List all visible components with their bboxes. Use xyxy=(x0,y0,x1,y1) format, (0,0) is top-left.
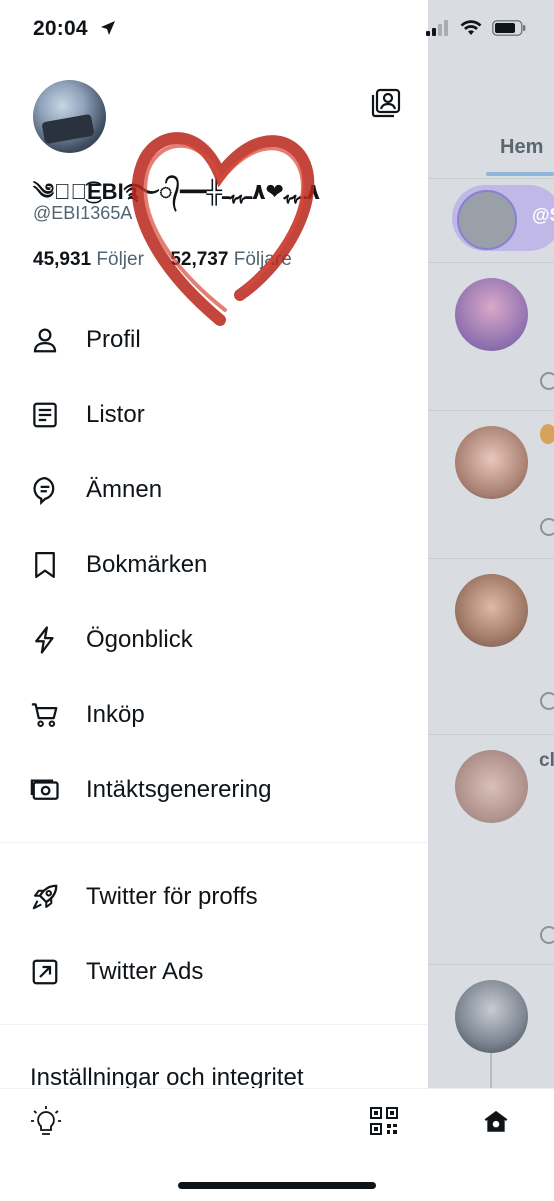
menu-item-label: Bokmärken xyxy=(86,550,208,578)
external-arrow-icon xyxy=(32,959,58,984)
money-icon xyxy=(30,779,59,800)
cellular-signal-icon xyxy=(426,20,448,36)
profile-handle: @EBI1365A xyxy=(33,203,133,223)
qr-code-icon[interactable] xyxy=(370,1107,398,1135)
emoji-heart-icon xyxy=(540,424,554,444)
avatar[interactable] xyxy=(455,574,528,647)
topics-icon xyxy=(33,476,55,505)
followers-label[interactable]: Följare xyxy=(234,249,292,270)
navigation-drawer: 20:04 ༄ঔৣ͜͡EBI࿐᭄━━╬٨ـﮩﮩ❤٨ـﮩﮩـ @EBI1365A … xyxy=(0,0,428,1201)
reply-icon[interactable] xyxy=(540,926,554,944)
person-icon xyxy=(33,327,57,352)
menu-item-label: Listor xyxy=(86,400,145,428)
following-count[interactable]: 45,931 xyxy=(33,249,91,270)
divider xyxy=(428,734,554,735)
switch-account-icon[interactable] xyxy=(370,87,402,119)
home-timeline-dimmed[interactable]: Hem @S cl xyxy=(428,0,554,1200)
avatar xyxy=(457,190,517,250)
bookmark-icon xyxy=(35,551,55,578)
cart-icon xyxy=(31,702,58,727)
menu-item-purchases[interactable]: Inköp xyxy=(0,677,428,752)
menu-item-monetization[interactable]: Intäktsgenerering xyxy=(0,752,428,827)
battery-icon xyxy=(492,20,526,36)
menu-item-label: Ämnen xyxy=(86,475,163,503)
divider xyxy=(428,558,554,559)
list-icon xyxy=(33,402,57,427)
divider xyxy=(428,964,554,965)
menu-item-label: Ögonblick xyxy=(86,625,193,653)
followers-count[interactable]: 52,737 xyxy=(170,249,228,270)
menu-item-bookmarks[interactable]: Bokmärken xyxy=(0,527,428,602)
menu-item-twitter-ads[interactable]: Twitter Ads xyxy=(0,934,428,1009)
divider xyxy=(428,262,554,263)
avatar[interactable] xyxy=(455,278,528,351)
menu-divider xyxy=(0,1024,428,1025)
location-arrow-icon xyxy=(101,21,115,35)
profile-avatar[interactable] xyxy=(33,80,106,153)
home-indicator xyxy=(178,1182,376,1189)
reply-icon[interactable] xyxy=(540,372,554,390)
tab-home[interactable]: Hem xyxy=(500,136,543,159)
menu-item-twitter-for-professionals[interactable]: Twitter för proffs xyxy=(0,859,428,934)
reply-icon[interactable] xyxy=(540,518,554,536)
menu-item-moments[interactable]: Ögonblick xyxy=(0,602,428,677)
lightning-icon xyxy=(35,625,54,654)
avatar[interactable] xyxy=(455,750,528,823)
thread-line xyxy=(490,1053,492,1093)
menu-item-topics[interactable]: Ämnen xyxy=(0,452,428,527)
menu-divider xyxy=(0,842,428,843)
menu-item-profile[interactable]: Profil xyxy=(0,302,428,377)
menu-item-label: Inköp xyxy=(86,700,145,728)
menu-item-label: Intäktsgenerering xyxy=(86,775,272,803)
reply-icon[interactable] xyxy=(540,692,554,710)
menu-item-label: Twitter för proffs xyxy=(86,882,258,910)
menu-item-label: Twitter Ads xyxy=(86,957,204,985)
home-icon[interactable] xyxy=(483,1109,509,1135)
divider xyxy=(428,178,554,179)
avatar[interactable] xyxy=(455,426,528,499)
banner-handle: @S xyxy=(532,205,554,225)
following-label[interactable]: Följer xyxy=(96,249,144,270)
rocket-icon xyxy=(32,884,58,909)
divider xyxy=(428,410,554,411)
lightbulb-icon[interactable] xyxy=(30,1105,62,1139)
tab-home-indicator xyxy=(486,172,554,176)
tweet-author-fragment: cl xyxy=(539,750,554,771)
menu-item-lists[interactable]: Listor xyxy=(0,377,428,452)
avatar[interactable] xyxy=(455,980,528,1053)
spaces-banner[interactable]: @S xyxy=(452,185,554,251)
system-status-icons xyxy=(426,20,526,36)
menu-item-label: Profil xyxy=(86,325,141,353)
tab-bar xyxy=(428,1088,554,1200)
status-time: 20:04 xyxy=(33,17,88,40)
follow-stats: 45,931 Följer 52,737 Följare xyxy=(33,249,292,271)
wifi-icon xyxy=(460,20,482,35)
